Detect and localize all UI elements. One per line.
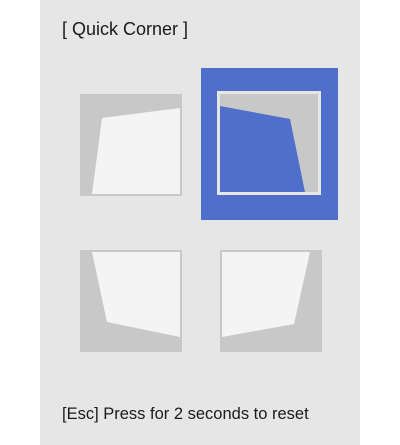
corner-adjust-top-left-icon bbox=[82, 96, 180, 194]
corner-option-bottom-right[interactable] bbox=[220, 250, 322, 352]
reset-hint: [Esc] Press for 2 seconds to reset bbox=[62, 405, 309, 423]
quick-corner-panel: [ Quick Corner ] [Esc] Press for 2 secon… bbox=[40, 0, 360, 445]
corner-adjust-bottom-left-icon bbox=[82, 252, 180, 350]
menu-title: [ Quick Corner ] bbox=[62, 19, 189, 39]
corner-adjust-top-right-icon bbox=[220, 94, 318, 192]
corner-option-top-left[interactable] bbox=[80, 94, 182, 196]
corner-adjust-bottom-right-icon bbox=[222, 252, 320, 350]
corner-option-top-right[interactable] bbox=[217, 91, 321, 195]
corner-option-bottom-left[interactable] bbox=[80, 250, 182, 352]
